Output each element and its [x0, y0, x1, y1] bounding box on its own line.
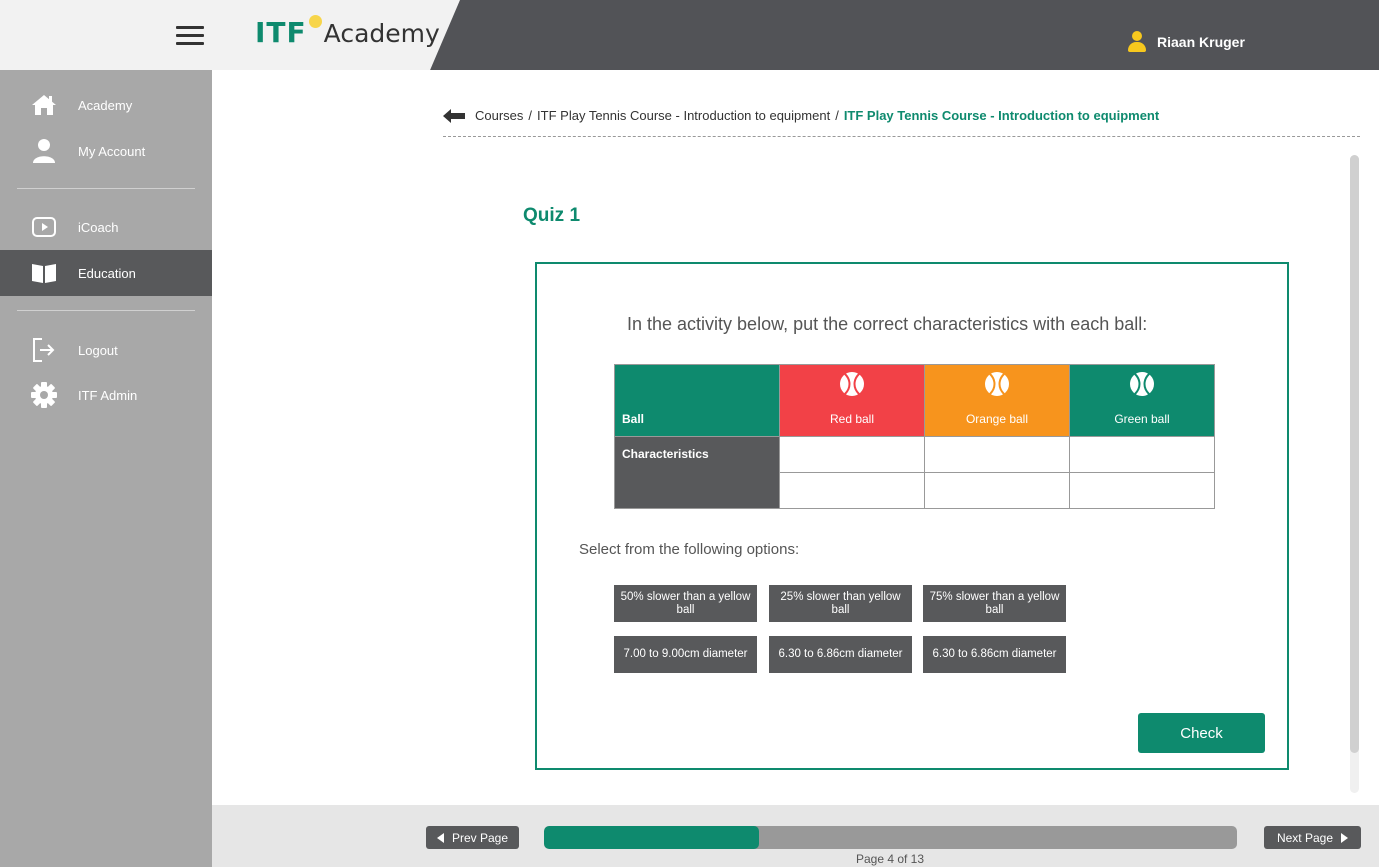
draggable-option[interactable]: 75% slower than a yellow ball — [923, 585, 1066, 622]
itf-academy-logo[interactable]: ITF Academy — [255, 15, 440, 49]
column-label: Green ball — [1114, 412, 1170, 426]
tennis-ball-icon — [840, 372, 864, 396]
quiz-activity-box: In the activity below, put the correct c… — [535, 262, 1289, 770]
draggable-option[interactable]: 6.30 to 6.86cm diameter — [923, 636, 1066, 673]
table-header-green-ball: Green ball — [1069, 364, 1215, 437]
table-header-red-ball: Red ball — [779, 364, 925, 437]
table-row-label-characteristics: Characteristics — [614, 436, 780, 509]
sidebar-divider — [17, 310, 195, 311]
progress-bar — [544, 826, 1237, 849]
sidebar-item-academy[interactable]: Academy — [0, 82, 212, 128]
back-arrow-icon[interactable] — [443, 108, 465, 123]
breadcrumb: Courses / ITF Play Tennis Course - Intro… — [443, 108, 1159, 123]
sidebar-divider — [17, 188, 195, 189]
column-label: Red ball — [829, 412, 875, 426]
next-page-label: Next Page — [1276, 830, 1334, 845]
sidebar-item-label: ITF Admin — [78, 387, 138, 403]
sidebar-item-logout[interactable]: Logout — [0, 327, 212, 373]
sidebar-item-label: iCoach — [78, 219, 119, 235]
sidebar-item-education[interactable]: Education — [0, 250, 212, 296]
breadcrumb-separator: / — [528, 108, 533, 123]
scrollbar-thumb[interactable] — [1350, 155, 1359, 753]
check-button[interactable]: Check — [1138, 713, 1265, 753]
caret-left-icon — [436, 832, 444, 843]
top-bar: ITF Academy Riaan Kruger — [0, 0, 1379, 70]
sidebar-item-label: My Account — [78, 143, 146, 159]
draggable-option[interactable]: 6.30 to 6.86cm diameter — [769, 636, 912, 673]
gear-icon — [30, 381, 58, 409]
user-name: Riaan Kruger — [1157, 34, 1245, 50]
drop-zone-orange-1[interactable] — [924, 436, 1070, 473]
table-header-orange-ball: Orange ball — [924, 364, 1070, 437]
sidebar-item-icoach[interactable]: iCoach — [0, 204, 212, 250]
drop-zone-green-1[interactable] — [1069, 436, 1215, 473]
progress-bar-fill — [544, 826, 759, 849]
page-indicator: Page 4 of 13 — [855, 852, 925, 866]
home-icon — [30, 91, 58, 119]
user-menu[interactable]: Riaan Kruger — [1127, 31, 1245, 53]
quiz-title: Quiz 1 — [523, 205, 581, 226]
column-label: Orange ball — [965, 412, 1029, 426]
breadcrumb-link-course[interactable]: ITF Play Tennis Course - Introduction to… — [537, 108, 830, 123]
drop-zone-red-2[interactable] — [779, 472, 925, 509]
tennis-ball-icon — [1130, 372, 1154, 396]
logo-academy-text: Academy — [323, 19, 440, 48]
draggable-option[interactable]: 25% slower than yellow ball — [769, 585, 912, 622]
logout-icon — [30, 336, 58, 364]
ball-characteristics-table: Ball Red ball Orange ball Green ball Cha… — [614, 364, 1215, 509]
next-page-button[interactable]: Next Page — [1264, 826, 1361, 849]
prev-page-button[interactable]: Prev Page — [426, 826, 519, 849]
sidebar-item-label: Education — [78, 265, 136, 281]
hamburger-menu-icon[interactable] — [176, 26, 204, 46]
sidebar-item-label: Logout — [78, 342, 118, 358]
sidebar-item-itf-admin[interactable]: ITF Admin — [0, 372, 212, 418]
play-icon — [30, 213, 58, 241]
drop-zone-green-2[interactable] — [1069, 472, 1215, 509]
scrollbar[interactable] — [1350, 155, 1359, 793]
breadcrumb-divider — [443, 136, 1360, 137]
tennis-ball-icon — [308, 15, 322, 28]
quiz-instruction: In the activity below, put the correct c… — [627, 314, 1148, 334]
draggable-option[interactable]: 7.00 to 9.00cm diameter — [614, 636, 757, 673]
breadcrumb-separator: / — [835, 108, 839, 123]
tennis-ball-icon — [985, 372, 1009, 396]
prev-page-label: Prev Page — [451, 830, 509, 845]
sidebar-item-my-account[interactable]: My Account — [0, 128, 212, 174]
breadcrumb-link-courses[interactable]: Courses — [475, 108, 523, 123]
table-header-ball: Ball — [614, 364, 780, 437]
drop-zone-red-1[interactable] — [779, 436, 925, 473]
caret-right-icon — [1341, 832, 1349, 843]
sidebar-item-label: Academy — [78, 97, 133, 113]
draggable-option[interactable]: 50% slower than a yellow ball — [614, 585, 757, 622]
logo-itf-text: ITF — [255, 16, 307, 49]
breadcrumb-current: ITF Play Tennis Course - Introduction to… — [843, 108, 1160, 123]
sidebar: Academy My Account iCoach Education Logo… — [0, 70, 212, 867]
book-icon — [30, 259, 58, 287]
page-navigation-footer: Prev Page Next Page Page 4 of 13 — [212, 805, 1379, 867]
drop-zone-orange-2[interactable] — [924, 472, 1070, 509]
user-icon — [1127, 31, 1147, 53]
select-options-text: Select from the following options: — [579, 541, 800, 558]
user-icon — [30, 137, 58, 165]
